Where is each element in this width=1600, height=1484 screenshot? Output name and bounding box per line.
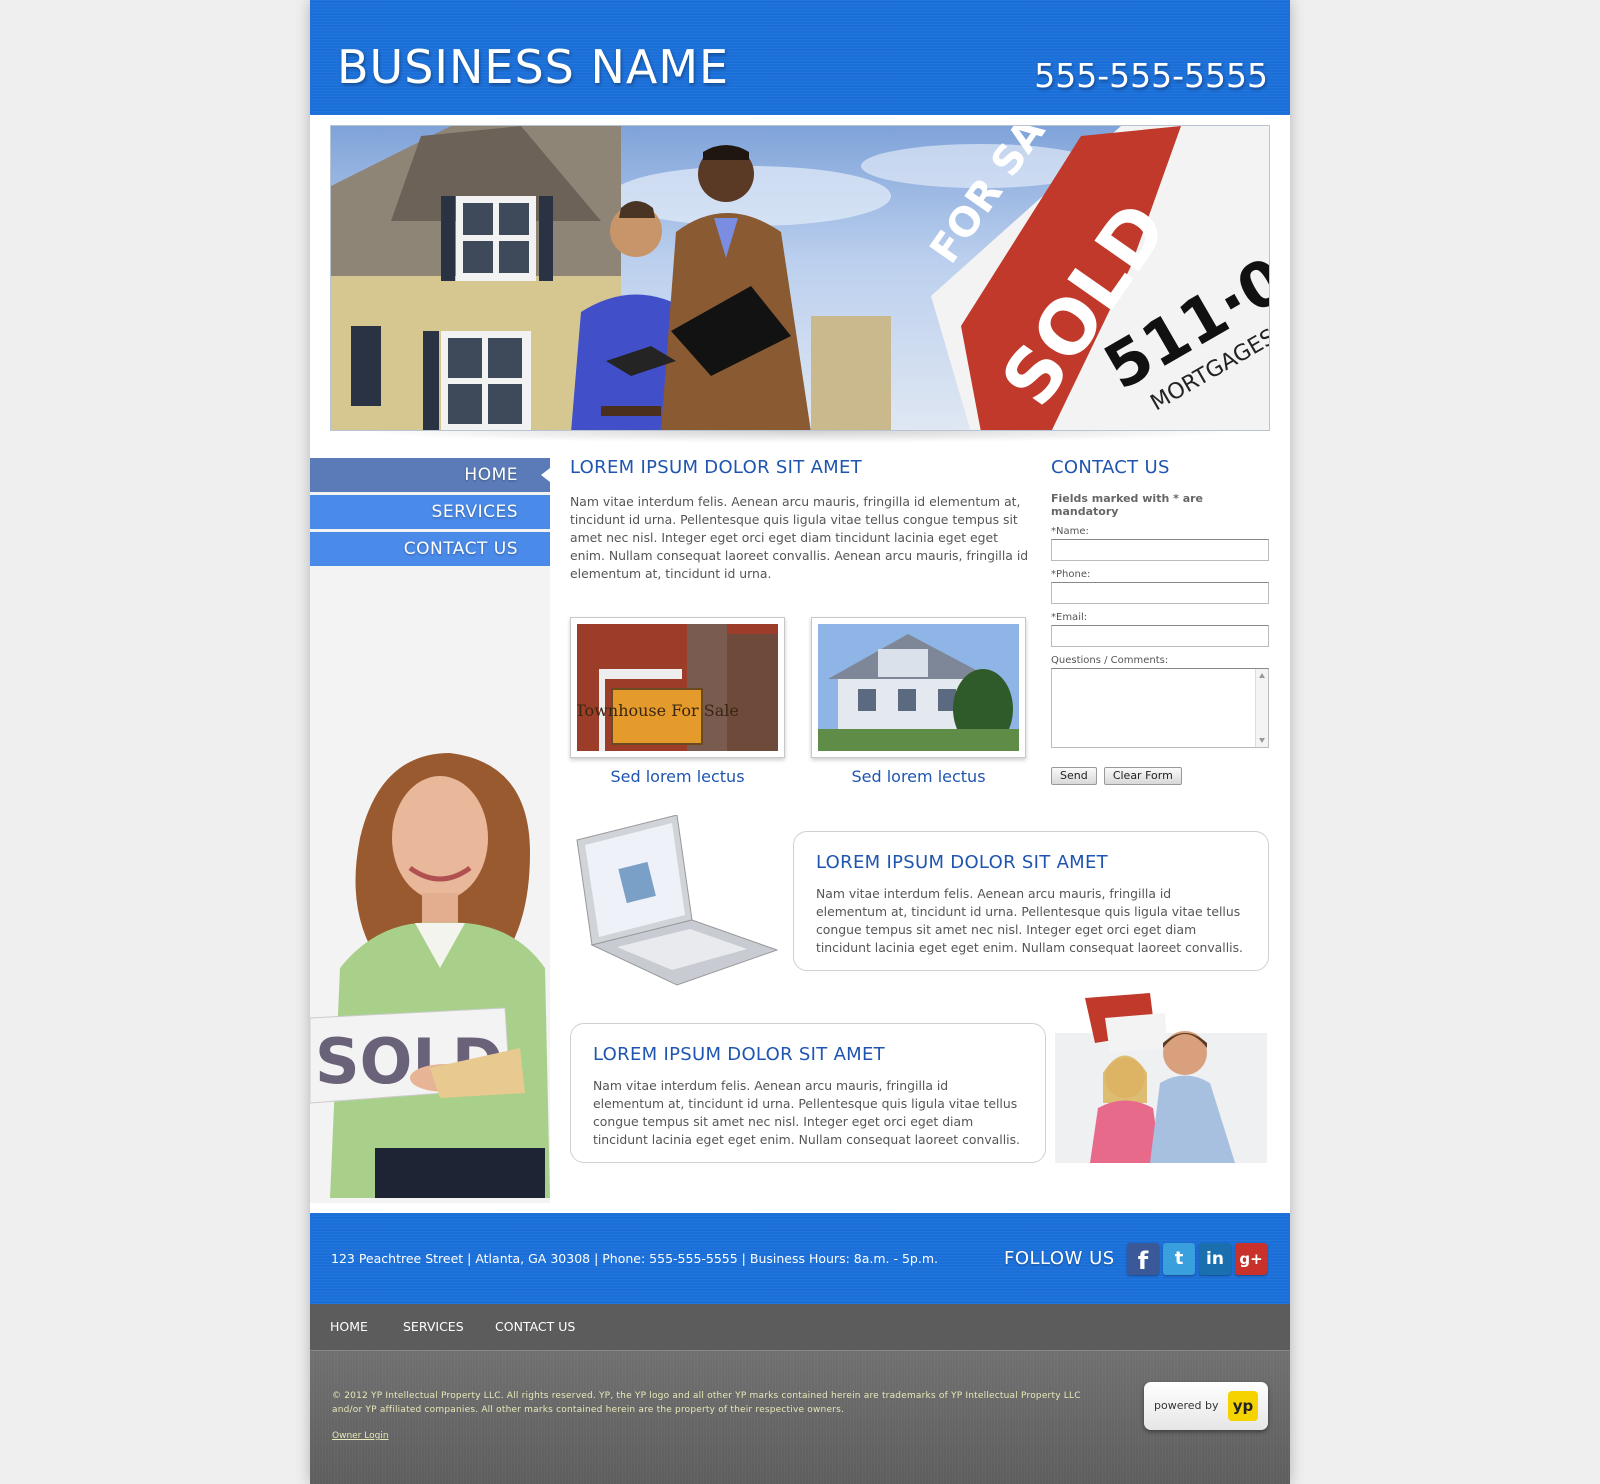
sidebar-nav-home[interactable]: HOME	[310, 458, 550, 492]
powered-by-label: powered by	[1154, 1399, 1219, 1412]
townhouse-sign: Townhouse For Sale	[577, 701, 739, 720]
phone-label: *Phone:	[1051, 569, 1091, 580]
info-box-2-text: Nam vitae interdum felis. Aenean arcu ma…	[593, 1078, 1020, 1147]
footer-address: 123 Peachtree Street | Atlanta, GA 30308…	[331, 1251, 938, 1266]
sidebar-nav-contact[interactable]: CONTACT US	[310, 532, 550, 566]
page: BUSINESS NAME 555-555-5555 FOR SA SOLD 5…	[310, 0, 1290, 1484]
agent-photo: SOLD	[310, 753, 550, 1198]
facebook-icon[interactable]: f	[1127, 1243, 1159, 1275]
send-button[interactable]: Send	[1051, 767, 1097, 785]
info-box-2-title: LOREM IPSUM DOLOR SIT AMET	[593, 1044, 885, 1065]
email-field[interactable]	[1051, 625, 1269, 647]
laptop-image	[576, 815, 779, 986]
textarea-scrollbar[interactable]	[1255, 669, 1268, 747]
clear-form-button[interactable]: Clear Form	[1103, 767, 1182, 785]
thumb-caption-1[interactable]: Sed lorem lectus	[570, 767, 785, 786]
follow-us-label: FOLLOW US	[1004, 1248, 1115, 1269]
google-plus-icon[interactable]: g+	[1235, 1243, 1267, 1275]
site-header: BUSINESS NAME 555-555-5555	[310, 0, 1290, 115]
linkedin-icon[interactable]: in	[1199, 1243, 1231, 1275]
comments-textarea[interactable]	[1051, 668, 1269, 748]
business-name[interactable]: BUSINESS NAME	[337, 40, 729, 94]
name-label: *Name:	[1051, 526, 1089, 537]
sidebar: HOME SERVICES CONTACT US SOLD	[310, 458, 550, 1203]
hero-banner: FOR SA SOLD 511·04 MORTGAGES	[330, 125, 1270, 431]
contact-form: CONTACT US Fields marked with * are mand…	[1051, 457, 1269, 785]
phone-field[interactable]	[1051, 582, 1269, 604]
twitter-icon[interactable]: t	[1163, 1243, 1195, 1275]
footer-info-bar: 123 Peachtree Street | Atlanta, GA 30308…	[310, 1213, 1290, 1304]
copyright-text: © 2012 YP Intellectual Property LLC. All…	[332, 1391, 1081, 1415]
powered-by-yp-badge[interactable]: powered by yp	[1144, 1382, 1268, 1430]
info-box-2: LOREM IPSUM DOLOR SIT AMET Nam vitae int…	[570, 1023, 1046, 1163]
footer-nav: HOME SERVICES CONTACT US	[310, 1304, 1290, 1350]
sidebar-nav-services[interactable]: SERVICES	[310, 495, 550, 529]
mandatory-note: Fields marked with * are mandatory	[1051, 492, 1204, 518]
footer-legal: © 2012 YP Intellectual Property LLC. All…	[310, 1350, 1290, 1484]
comments-label: Questions / Comments:	[1051, 655, 1169, 666]
main-title: LOREM IPSUM DOLOR SIT AMET	[570, 457, 862, 478]
hero-shadow	[350, 431, 1250, 443]
info-box-1-text: Nam vitae interdum felis. Aenean arcu ma…	[816, 886, 1243, 955]
thumb-house[interactable]	[811, 617, 1026, 758]
info-box-1-title: LOREM IPSUM DOLOR SIT AMET	[816, 852, 1108, 873]
couple-photo	[1055, 993, 1267, 1163]
header-phone: 555-555-5555	[1034, 56, 1268, 95]
owner-login-link[interactable]: Owner Login	[332, 1431, 389, 1441]
email-label: *Email:	[1051, 612, 1088, 623]
name-field[interactable]	[1051, 539, 1269, 561]
townhouse-photo: Townhouse For Sale	[577, 624, 778, 751]
thumb-townhouse[interactable]: Townhouse For Sale	[570, 617, 785, 758]
footer-nav-contact[interactable]: CONTACT US	[495, 1319, 575, 1334]
yp-logo-icon: yp	[1228, 1391, 1258, 1421]
house-photo	[818, 624, 1019, 751]
contact-title: CONTACT US	[1051, 457, 1170, 478]
thumb-caption-2[interactable]: Sed lorem lectus	[811, 767, 1026, 786]
info-box-1: LOREM IPSUM DOLOR SIT AMET Nam vitae int…	[793, 831, 1269, 971]
footer-nav-home[interactable]: HOME	[330, 1319, 368, 1334]
hero-image: FOR SA SOLD 511·04 MORTGAGES	[331, 126, 1269, 430]
main-text: Nam vitae interdum felis. Aenean arcu ma…	[570, 494, 1029, 581]
footer-nav-services[interactable]: SERVICES	[403, 1319, 464, 1334]
